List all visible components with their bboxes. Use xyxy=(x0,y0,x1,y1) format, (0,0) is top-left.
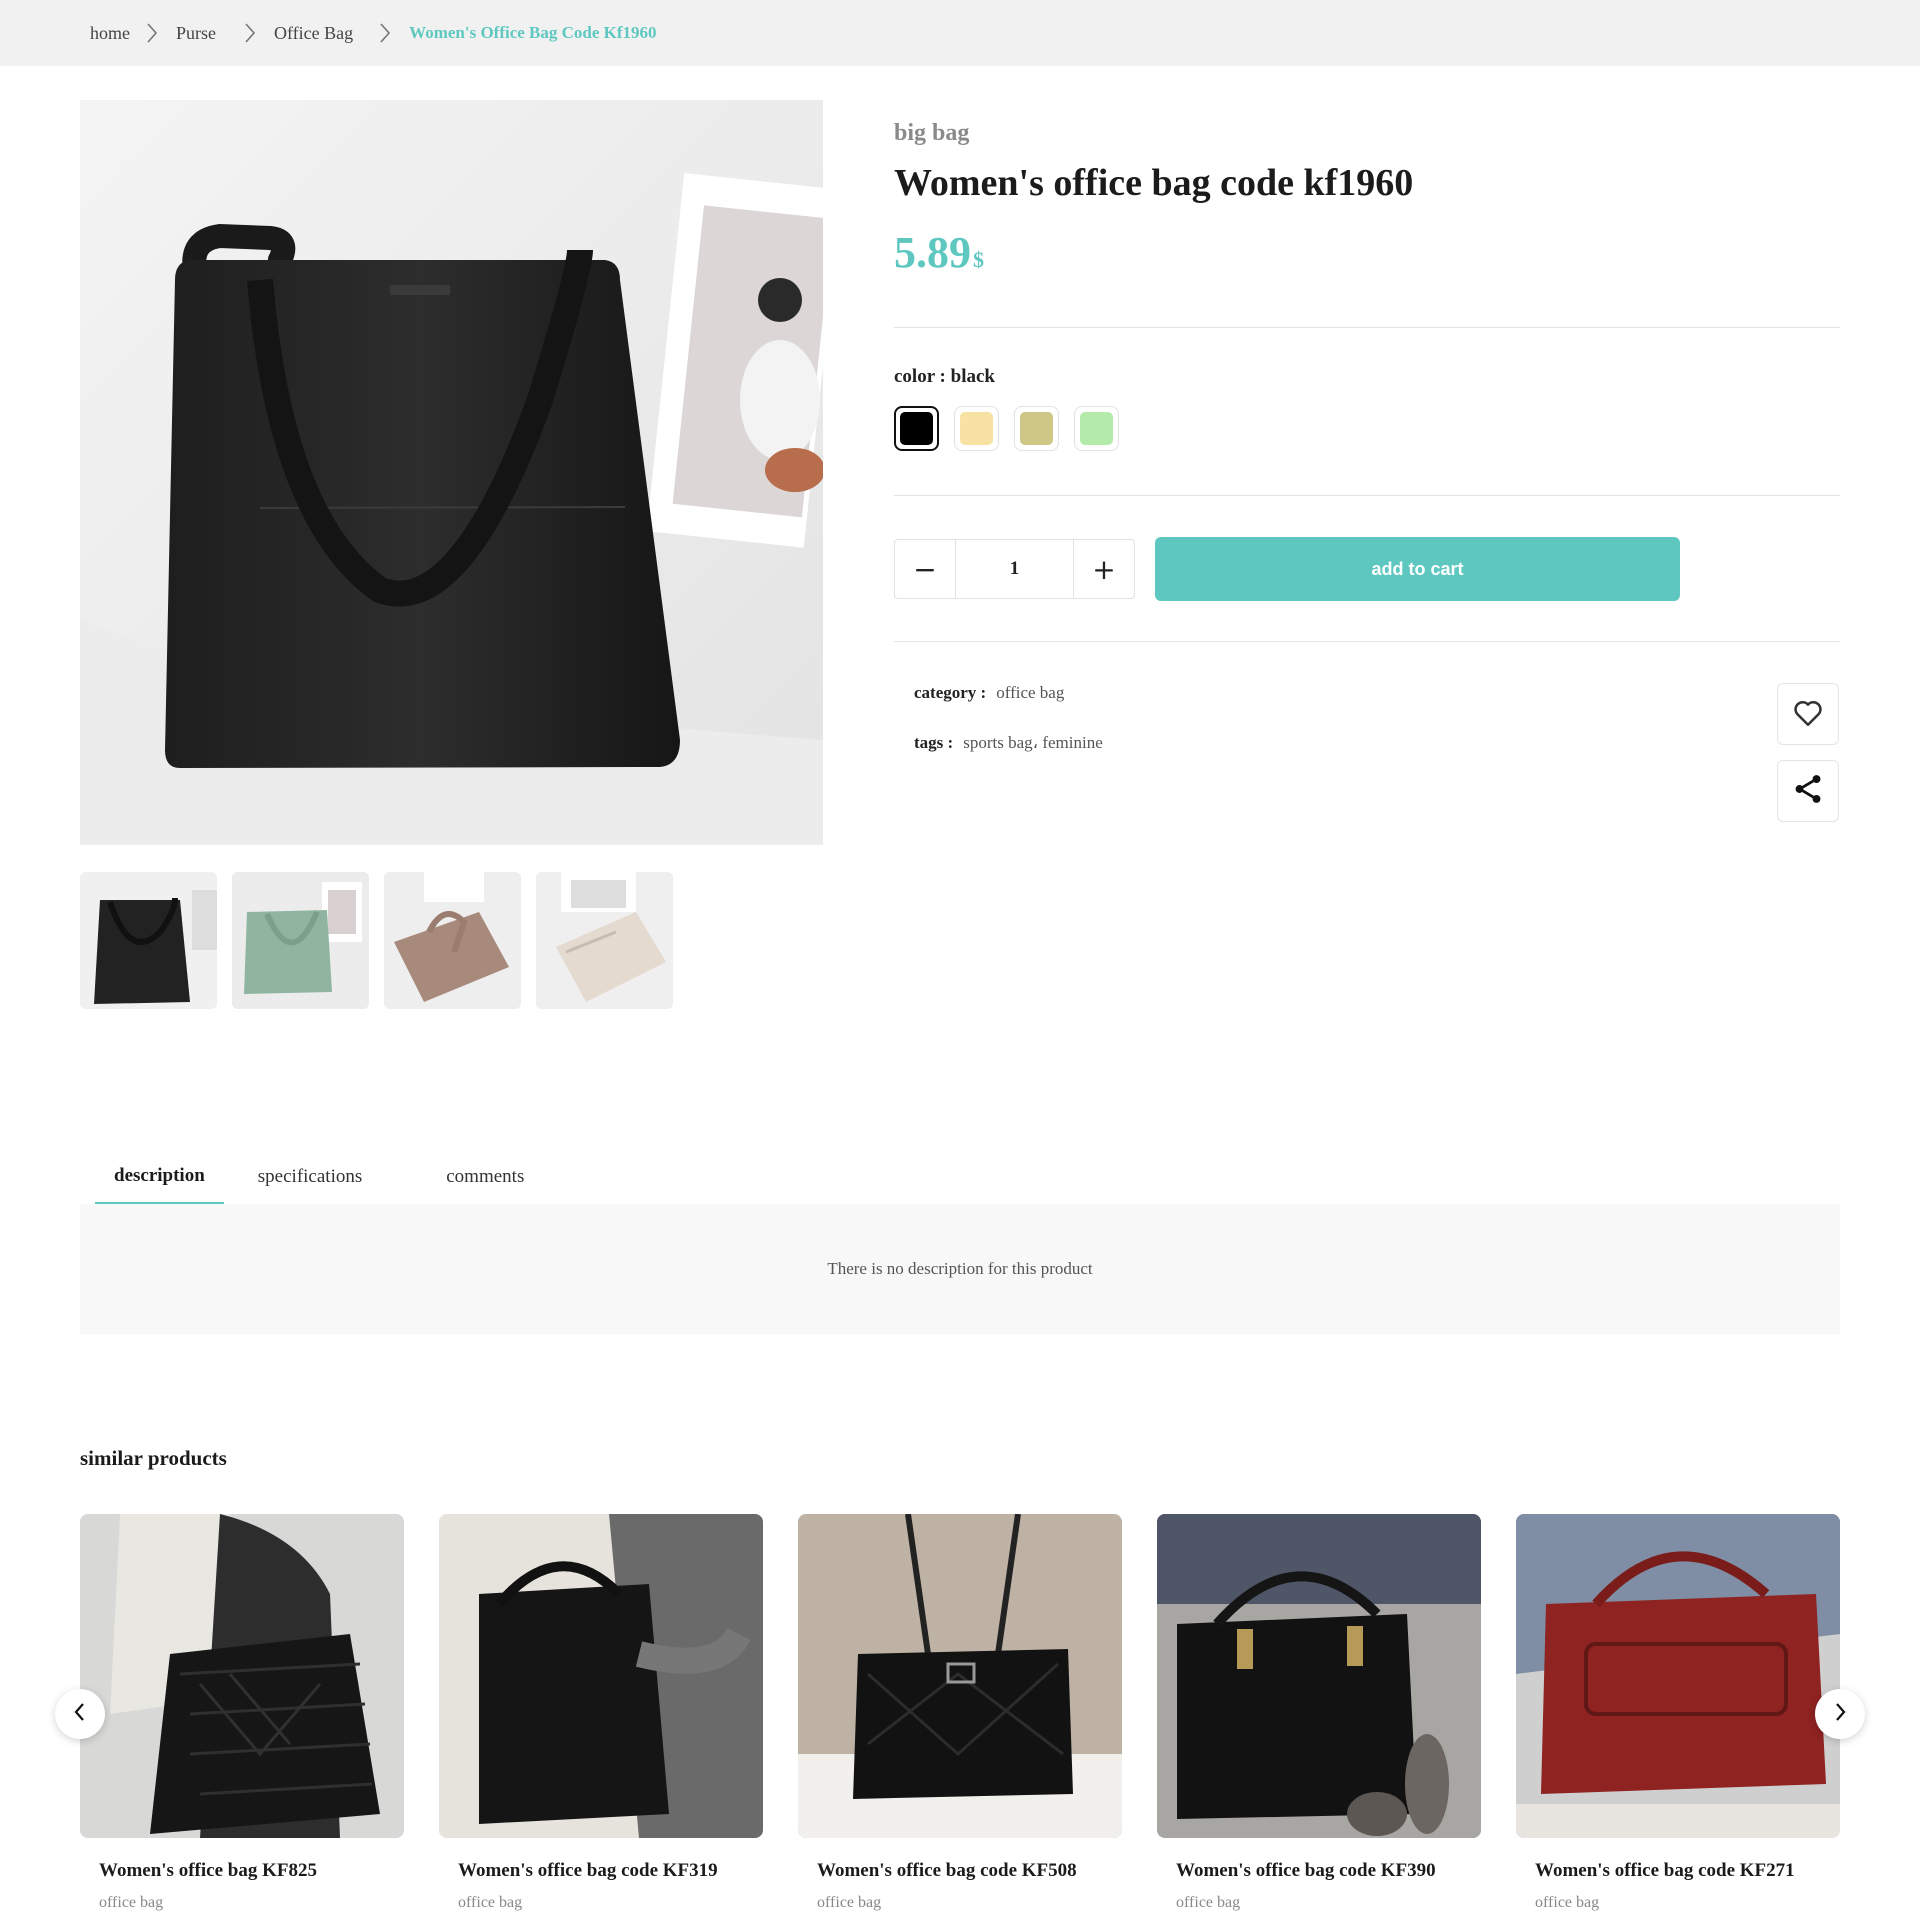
divider xyxy=(894,327,1840,328)
product-card-category: office bag xyxy=(458,1894,523,1911)
product-card[interactable]: Women's office bag code KF271 office bag xyxy=(1516,1514,1840,1912)
product-card-name[interactable]: Women's office bag code KF390 xyxy=(1157,1860,1481,1882)
swatch-chip xyxy=(1020,412,1053,445)
product-card[interactable]: Women's office bag code KF390 office bag xyxy=(1157,1514,1481,1912)
swatch-olive[interactable] xyxy=(1014,406,1059,451)
price-currency: $ xyxy=(973,247,984,272)
product-card-name[interactable]: Women's office bag code KF319 xyxy=(439,1860,763,1882)
product-meta: category : office bag tags : sports bag،… xyxy=(914,683,1103,783)
divider xyxy=(894,641,1840,642)
divider xyxy=(894,495,1840,496)
swatch-chip xyxy=(1080,412,1113,445)
increase-quantity-button[interactable]: + xyxy=(1074,540,1134,598)
product-card-category: office bag xyxy=(817,1894,882,1911)
product-card-image[interactable] xyxy=(1516,1514,1840,1838)
chevron-right-icon xyxy=(373,21,397,45)
breadcrumb-current: Women's Office Bag Code Kf1960 xyxy=(409,23,657,42)
tab-comments[interactable]: comments xyxy=(396,1150,574,1204)
color-label: color : black xyxy=(894,366,995,387)
thumbnail-list xyxy=(80,872,673,1009)
breadcrumb-bar: home Purse Office Bag Women's Office Bag… xyxy=(0,0,1920,66)
category-value[interactable]: office bag xyxy=(996,683,1064,703)
color-swatches xyxy=(894,406,1119,451)
similar-products-carousel: Women's office bag KF825 office bag Wome… xyxy=(80,1514,1840,1912)
wishlist-button[interactable] xyxy=(1777,683,1839,745)
thumbnail-black[interactable] xyxy=(80,872,217,1009)
tab-specifications[interactable]: specifications xyxy=(224,1150,396,1204)
thumbnail-cream[interactable] xyxy=(536,872,673,1009)
thumbnail-green[interactable] xyxy=(232,872,369,1009)
carousel-prev-button[interactable] xyxy=(55,1689,105,1739)
category-row: category : office bag xyxy=(914,683,1103,733)
chevron-right-icon xyxy=(1833,1701,1847,1728)
swatch-cream[interactable] xyxy=(954,406,999,451)
product-info: big bag Women's office bag code kf1960 5… xyxy=(894,120,1840,278)
thumbnail-brown[interactable] xyxy=(384,872,521,1009)
chevron-right-icon xyxy=(140,21,164,45)
product-card-image[interactable] xyxy=(1157,1514,1481,1838)
quantity-value[interactable]: 1 xyxy=(955,540,1074,598)
product-card-image[interactable] xyxy=(439,1514,763,1838)
tags-value[interactable]: sports bag، feminine xyxy=(963,733,1103,753)
swatch-green[interactable] xyxy=(1074,406,1119,451)
decrease-quantity-button[interactable]: − xyxy=(895,540,955,598)
similar-products-title: similar products xyxy=(80,1446,227,1470)
product-card-category: office bag xyxy=(1535,1894,1600,1911)
product-price: 5.89$ xyxy=(894,227,1840,278)
breadcrumb: home Purse Office Bag Women's Office Bag… xyxy=(90,0,657,66)
product-card-image[interactable] xyxy=(798,1514,1122,1838)
tab-description[interactable]: description xyxy=(95,1150,224,1204)
swatch-chip xyxy=(900,412,933,445)
breadcrumb-office-bag[interactable]: Office Bag xyxy=(274,23,353,44)
tags-label: tags : xyxy=(914,733,954,752)
product-card[interactable]: Women's office bag code KF508 office bag xyxy=(798,1514,1122,1912)
product-card[interactable]: Women's office bag KF825 office bag xyxy=(80,1514,404,1912)
product-card-name[interactable]: Women's office bag code KF271 xyxy=(1516,1860,1840,1882)
chevron-left-icon xyxy=(73,1701,87,1728)
product-card[interactable]: Women's office bag code KF319 office bag xyxy=(439,1514,763,1912)
description-text: There is no description for this product xyxy=(827,1259,1093,1278)
product-title: Women's office bag code kf1960 xyxy=(894,162,1414,204)
description-panel: There is no description for this product xyxy=(80,1204,1840,1334)
share-button[interactable] xyxy=(1777,760,1839,822)
add-to-cart-button[interactable]: add to cart xyxy=(1155,537,1680,601)
chevron-right-icon xyxy=(238,21,262,45)
breadcrumb-home[interactable]: home xyxy=(90,23,130,44)
product-subtitle: big bag xyxy=(894,120,970,146)
product-card-category: office bag xyxy=(99,1894,164,1911)
product-card-category: office bag xyxy=(1176,1894,1241,1911)
tags-row: tags : sports bag، feminine xyxy=(914,733,1103,783)
carousel-next-button[interactable] xyxy=(1815,1689,1865,1739)
product-main-image[interactable] xyxy=(80,100,823,845)
product-card-image[interactable] xyxy=(80,1514,404,1838)
heart-icon xyxy=(1791,695,1825,734)
breadcrumb-purse[interactable]: Purse xyxy=(176,23,216,44)
price-amount: 5.89 xyxy=(894,228,971,277)
product-tabs: description specifications comments xyxy=(95,1150,574,1204)
swatch-chip xyxy=(960,412,993,445)
share-icon xyxy=(1791,772,1825,811)
swatch-black[interactable] xyxy=(894,406,939,451)
product-card-name[interactable]: Women's office bag code KF508 xyxy=(798,1860,1122,1882)
category-label: category : xyxy=(914,683,987,702)
quantity-stepper: − 1 + xyxy=(894,539,1135,599)
product-card-name[interactable]: Women's office bag KF825 xyxy=(80,1860,404,1882)
